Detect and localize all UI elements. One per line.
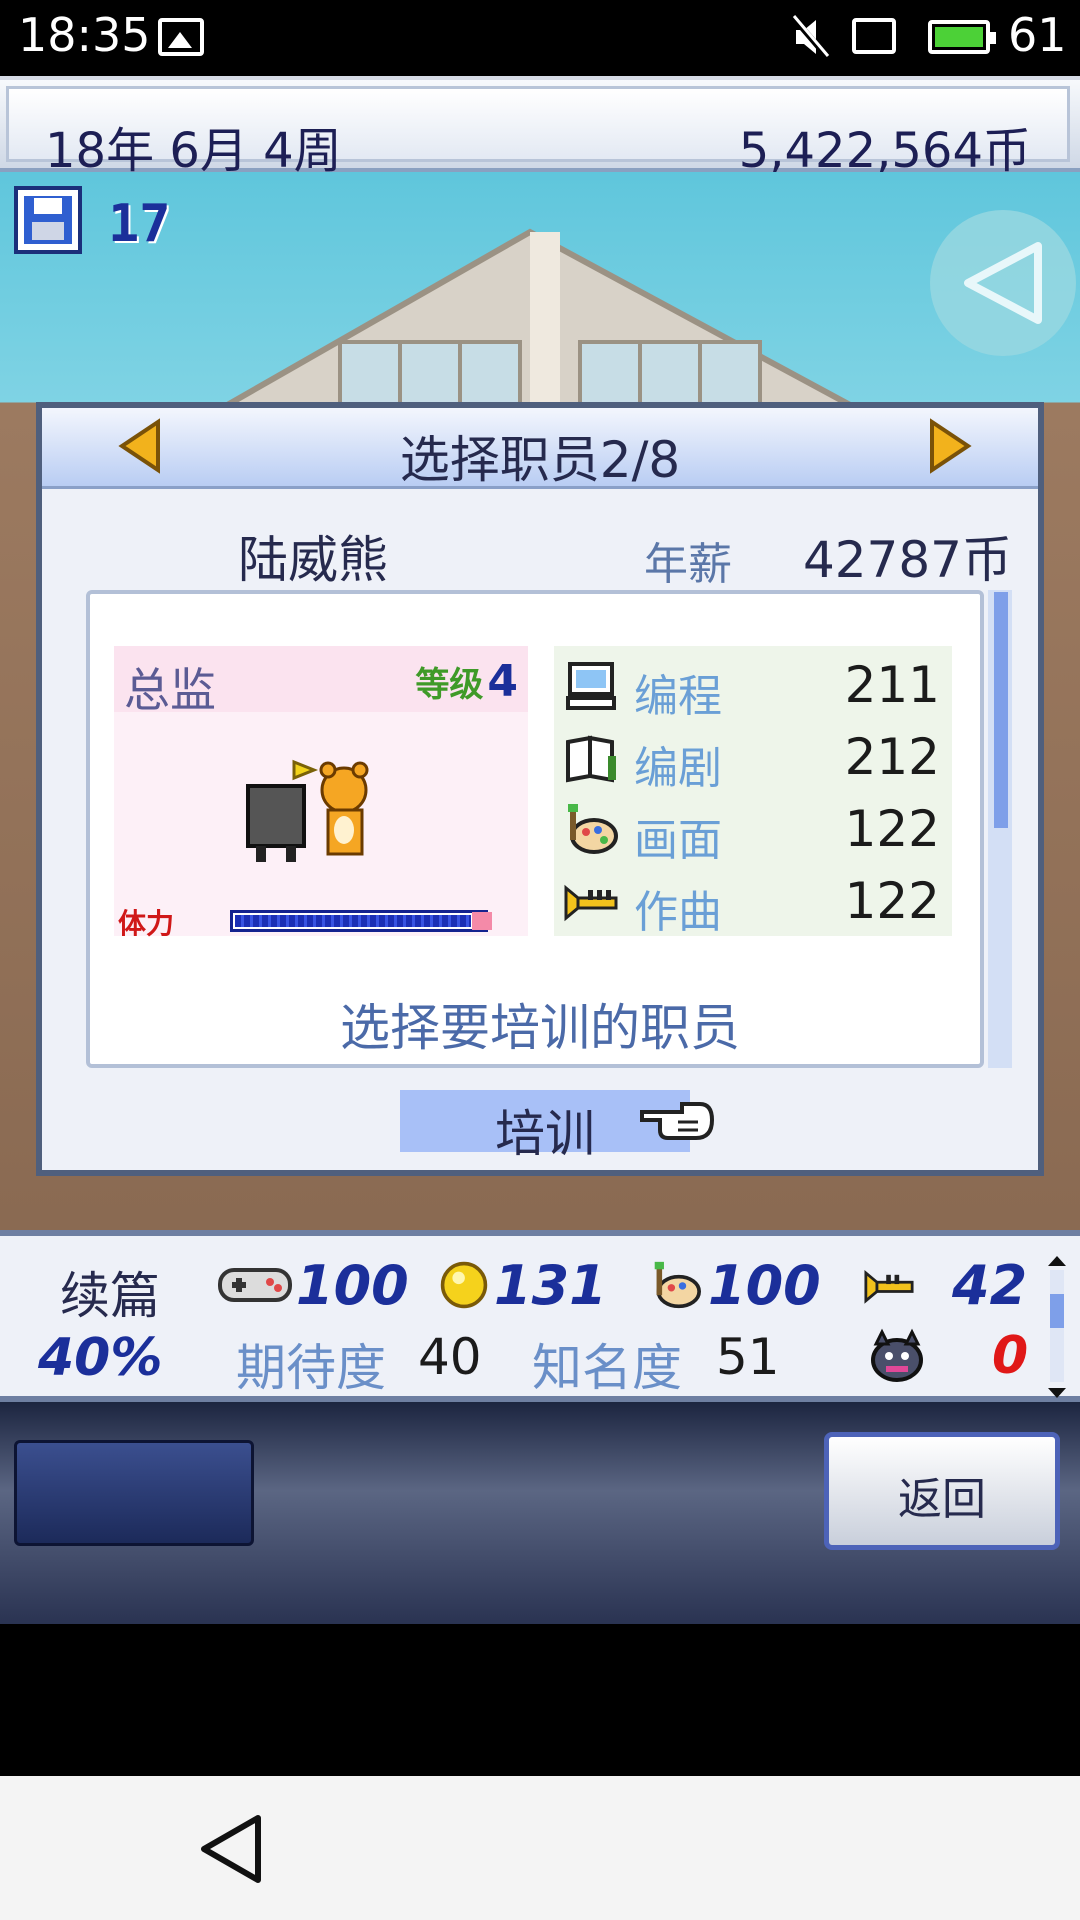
pointing-hand-icon [640,1102,714,1140]
game-controls: 返回 [0,1402,1080,1624]
stat-sound: 42 [952,1254,1028,1317]
stat-graphics: 100 [708,1254,821,1317]
employee-level: 等级4 [415,656,518,707]
skill-name: 作曲 [634,887,722,938]
clock: 18:35 [18,8,151,62]
skill-row: 画面 122 [554,794,952,866]
battery-level: 61 [1008,8,1067,62]
fame-value: 51 [716,1328,780,1386]
gamepad-icon [218,1268,292,1302]
back-button[interactable]: 返回 [824,1432,1060,1550]
dialog-header: 选择职员2/8 [42,408,1038,489]
sequel-percent: 40% [38,1328,163,1388]
skill-name: 画面 [634,815,722,866]
employee-role: 总监 [124,663,216,717]
skill-value: 122 [844,800,940,858]
level-label: 等级 [415,665,484,705]
sequel-label: 续篇 [60,1267,160,1325]
coin-icon [440,1261,488,1309]
android-nav-bar [0,1776,1080,1920]
scene-back-button[interactable] [930,210,1076,356]
level-value: 4 [487,656,518,707]
floppy-disk-icon[interactable] [14,186,82,254]
skill-row: 作曲 122 [554,866,952,938]
employee-card[interactable]: 总监 等级4 体力 [114,646,528,940]
stamina-label: 体力 [118,907,175,940]
stat-fun: 100 [296,1254,409,1317]
skill-value: 122 [844,872,940,930]
nav-back-icon[interactable] [196,1812,266,1886]
panel-scroll-thumb[interactable] [994,592,1008,828]
fame-label: 知名度 [532,1339,682,1397]
cast-icon [852,18,896,54]
computer-icon [566,662,616,710]
status-bar: 18:35 61 [0,0,1080,76]
role-bar: 总监 等级4 [114,646,528,717]
image-icon [158,18,204,56]
skill-name: 编程 [634,671,722,722]
battery-icon [928,20,996,54]
select-employee-dialog: 选择职员2/8 陆威熊 年薪 42787币 总监 等级4 体力 编程 211 编… [36,402,1044,1176]
save-count: 17 [108,194,171,254]
select-prompt: 选择要培训的职员 [340,999,740,1057]
stat-creativity: 131 [494,1254,607,1317]
palette-icon [568,804,618,854]
employee-sprite [246,759,369,862]
trumpet-icon [564,884,618,922]
book-icon [566,735,616,783]
expectation-value: 40 [418,1328,482,1386]
back-button-label: 返回 [898,1474,986,1525]
skill-row: 编剧 212 [554,722,952,794]
info-scrollbar[interactable] [1046,1254,1068,1400]
triangle-left-icon [964,242,1042,324]
palette-icon [654,1261,701,1309]
stamina-fill [235,915,471,927]
salary-value: 42787币 [802,531,1012,589]
money-display: 5,422,564币 [738,123,1031,179]
salary-label: 年薪 [644,539,732,590]
menu-panel-button[interactable] [14,1440,254,1546]
top-bar-frame: 18年 6月 4周 5,422,564币 [6,86,1070,179]
game-info-bar: 续篇 40% 100 131 100 42 期待度 40 知名度 51 0 [0,1230,1080,1402]
fan-count: 0 [992,1326,1029,1386]
fan-monster-icon [871,1328,923,1382]
stamina-bar-end [472,912,492,930]
dialog-title: 选择职员2/8 [399,431,681,489]
skill-value: 212 [844,728,940,786]
expectation-label: 期待度 [236,1339,386,1397]
skills-panel: 编程 211 编剧 212 画面 122 作曲 122 [554,646,952,938]
trumpet-icon [864,1269,914,1304]
game-date: 18年 6月 4周 [45,123,342,179]
skill-value: 211 [844,656,940,714]
employee-name: 陆威熊 [238,531,388,589]
next-employee-arrow-icon[interactable] [928,418,972,474]
skill-row: 编程 211 [554,650,952,722]
game-top-bar: 18年 6月 4周 5,422,564币 [0,76,1080,179]
stamina-bar [230,910,488,932]
skill-name: 编剧 [634,743,722,794]
mute-icon [790,14,830,60]
